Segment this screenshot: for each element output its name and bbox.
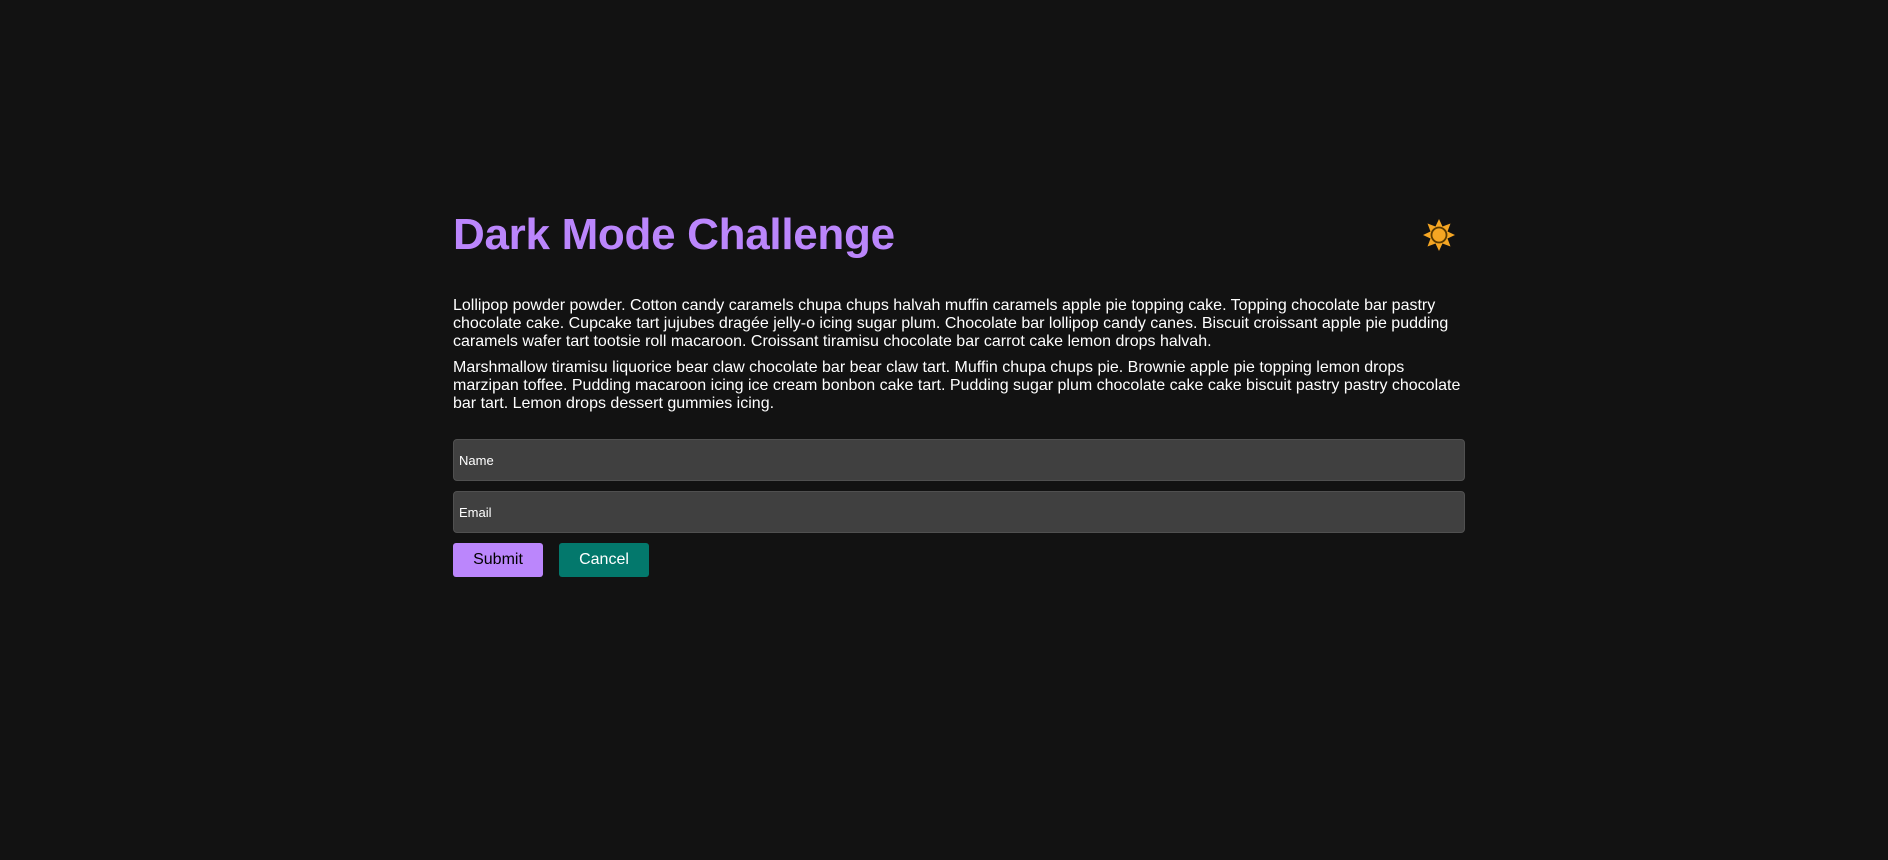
content-paragraph-2: Marshmallow tiramisu liquorice bear claw…: [453, 359, 1461, 412]
main-container: Dark Mode Challenge Lollipop powder powd…: [453, 205, 1465, 577]
form-buttons: Submit Cancel: [453, 543, 1465, 577]
email-input[interactable]: [453, 491, 1465, 533]
cancel-button[interactable]: Cancel: [559, 543, 649, 577]
theme-toggle-button[interactable]: [1421, 217, 1457, 253]
content-paragraph-1: Lollipop powder powder. Cotton candy car…: [453, 297, 1449, 350]
header: Dark Mode Challenge: [453, 205, 1465, 265]
content-section: Lollipop powder powder. Cotton candy car…: [453, 297, 1465, 413]
name-input[interactable]: [453, 439, 1465, 481]
contact-form: Submit Cancel: [453, 439, 1465, 577]
sun-icon: [1423, 219, 1455, 251]
page-title: Dark Mode Challenge: [453, 210, 895, 259]
submit-button[interactable]: Submit: [453, 543, 543, 577]
